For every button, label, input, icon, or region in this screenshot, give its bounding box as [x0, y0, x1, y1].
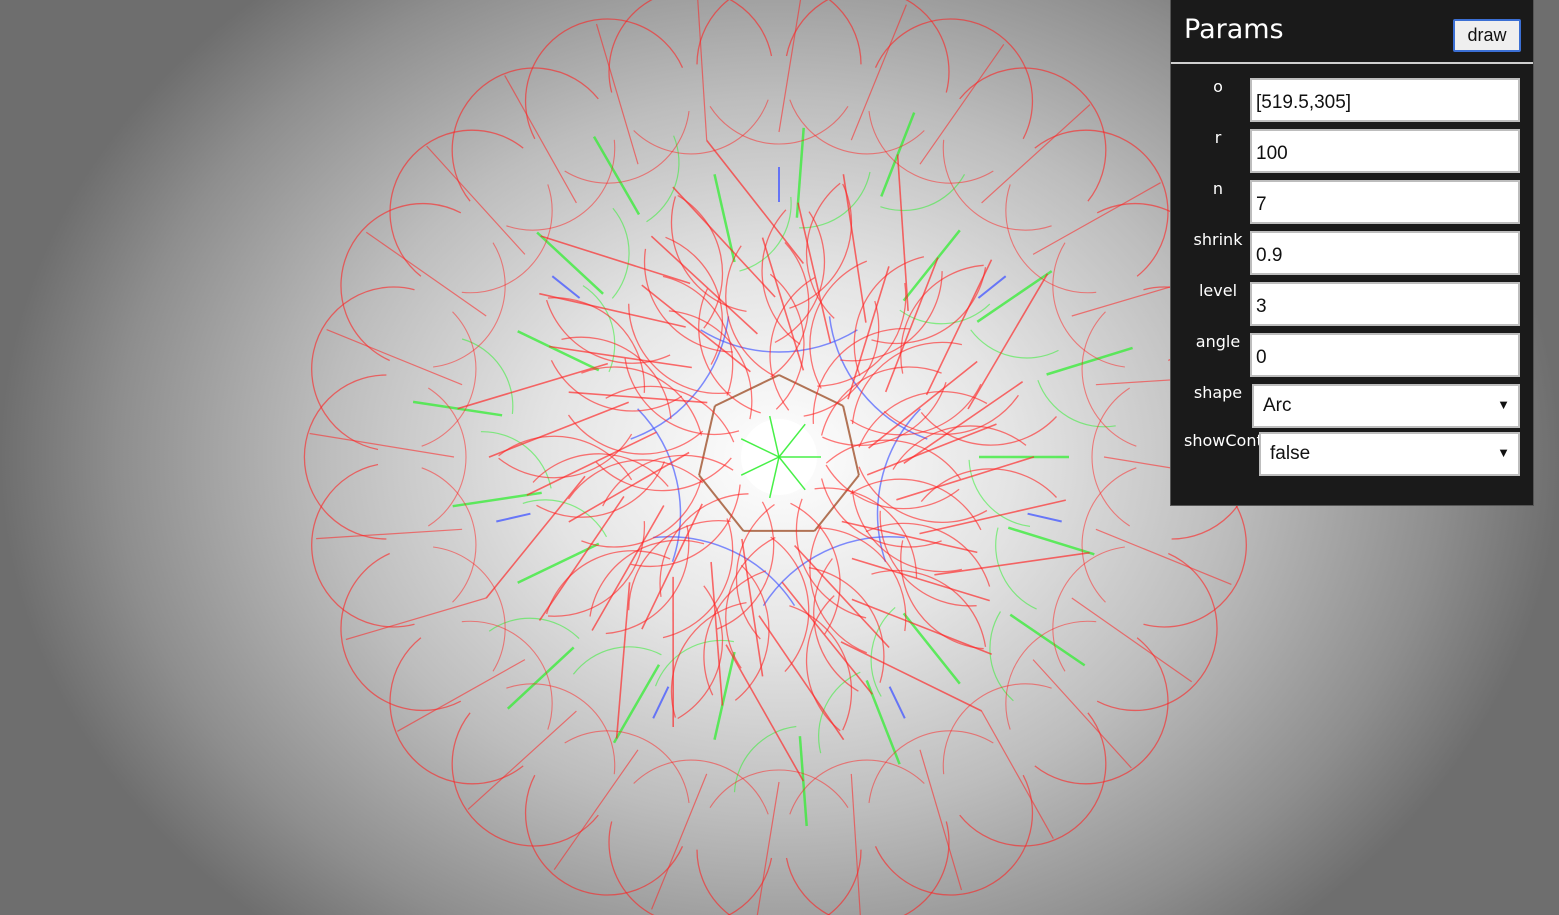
param-input-o[interactable]	[1250, 78, 1520, 122]
dropdown-arrow-icon: ▼	[1497, 445, 1510, 460]
param-label-showcont: showCont	[1184, 431, 1260, 450]
param-label-shape: shape	[1193, 383, 1243, 402]
param-input-angle[interactable]	[1250, 333, 1520, 377]
param-input-shrink[interactable]	[1250, 231, 1520, 275]
dropdown-arrow-icon: ▼	[1497, 397, 1510, 412]
param-input-r[interactable]	[1250, 129, 1520, 173]
param-row-shrink: shrink	[1171, 230, 1535, 277]
param-row-angle: angle	[1171, 332, 1535, 379]
draw-button[interactable]: draw	[1453, 19, 1521, 52]
param-input-level[interactable]	[1250, 282, 1520, 326]
shape-select-value: Arc	[1263, 395, 1292, 416]
shape-select[interactable]: Arc ▼	[1252, 384, 1520, 428]
params-panel: Params draw o r n shrink level angle sha…	[1170, 0, 1534, 506]
param-input-n[interactable]	[1250, 180, 1520, 224]
showcont-select-value: false	[1270, 443, 1311, 464]
param-row-o: o	[1171, 77, 1535, 124]
param-row-r: r	[1171, 128, 1535, 175]
param-row-showcont: showCont false ▼	[1171, 431, 1535, 478]
panel-header: Params draw	[1171, 0, 1533, 64]
param-row-shape: shape Arc ▼	[1171, 383, 1535, 430]
panel-title: Params	[1184, 14, 1284, 45]
param-row-n: n	[1171, 179, 1535, 226]
param-row-level: level	[1171, 281, 1535, 328]
showcont-select[interactable]: false ▼	[1259, 432, 1520, 476]
